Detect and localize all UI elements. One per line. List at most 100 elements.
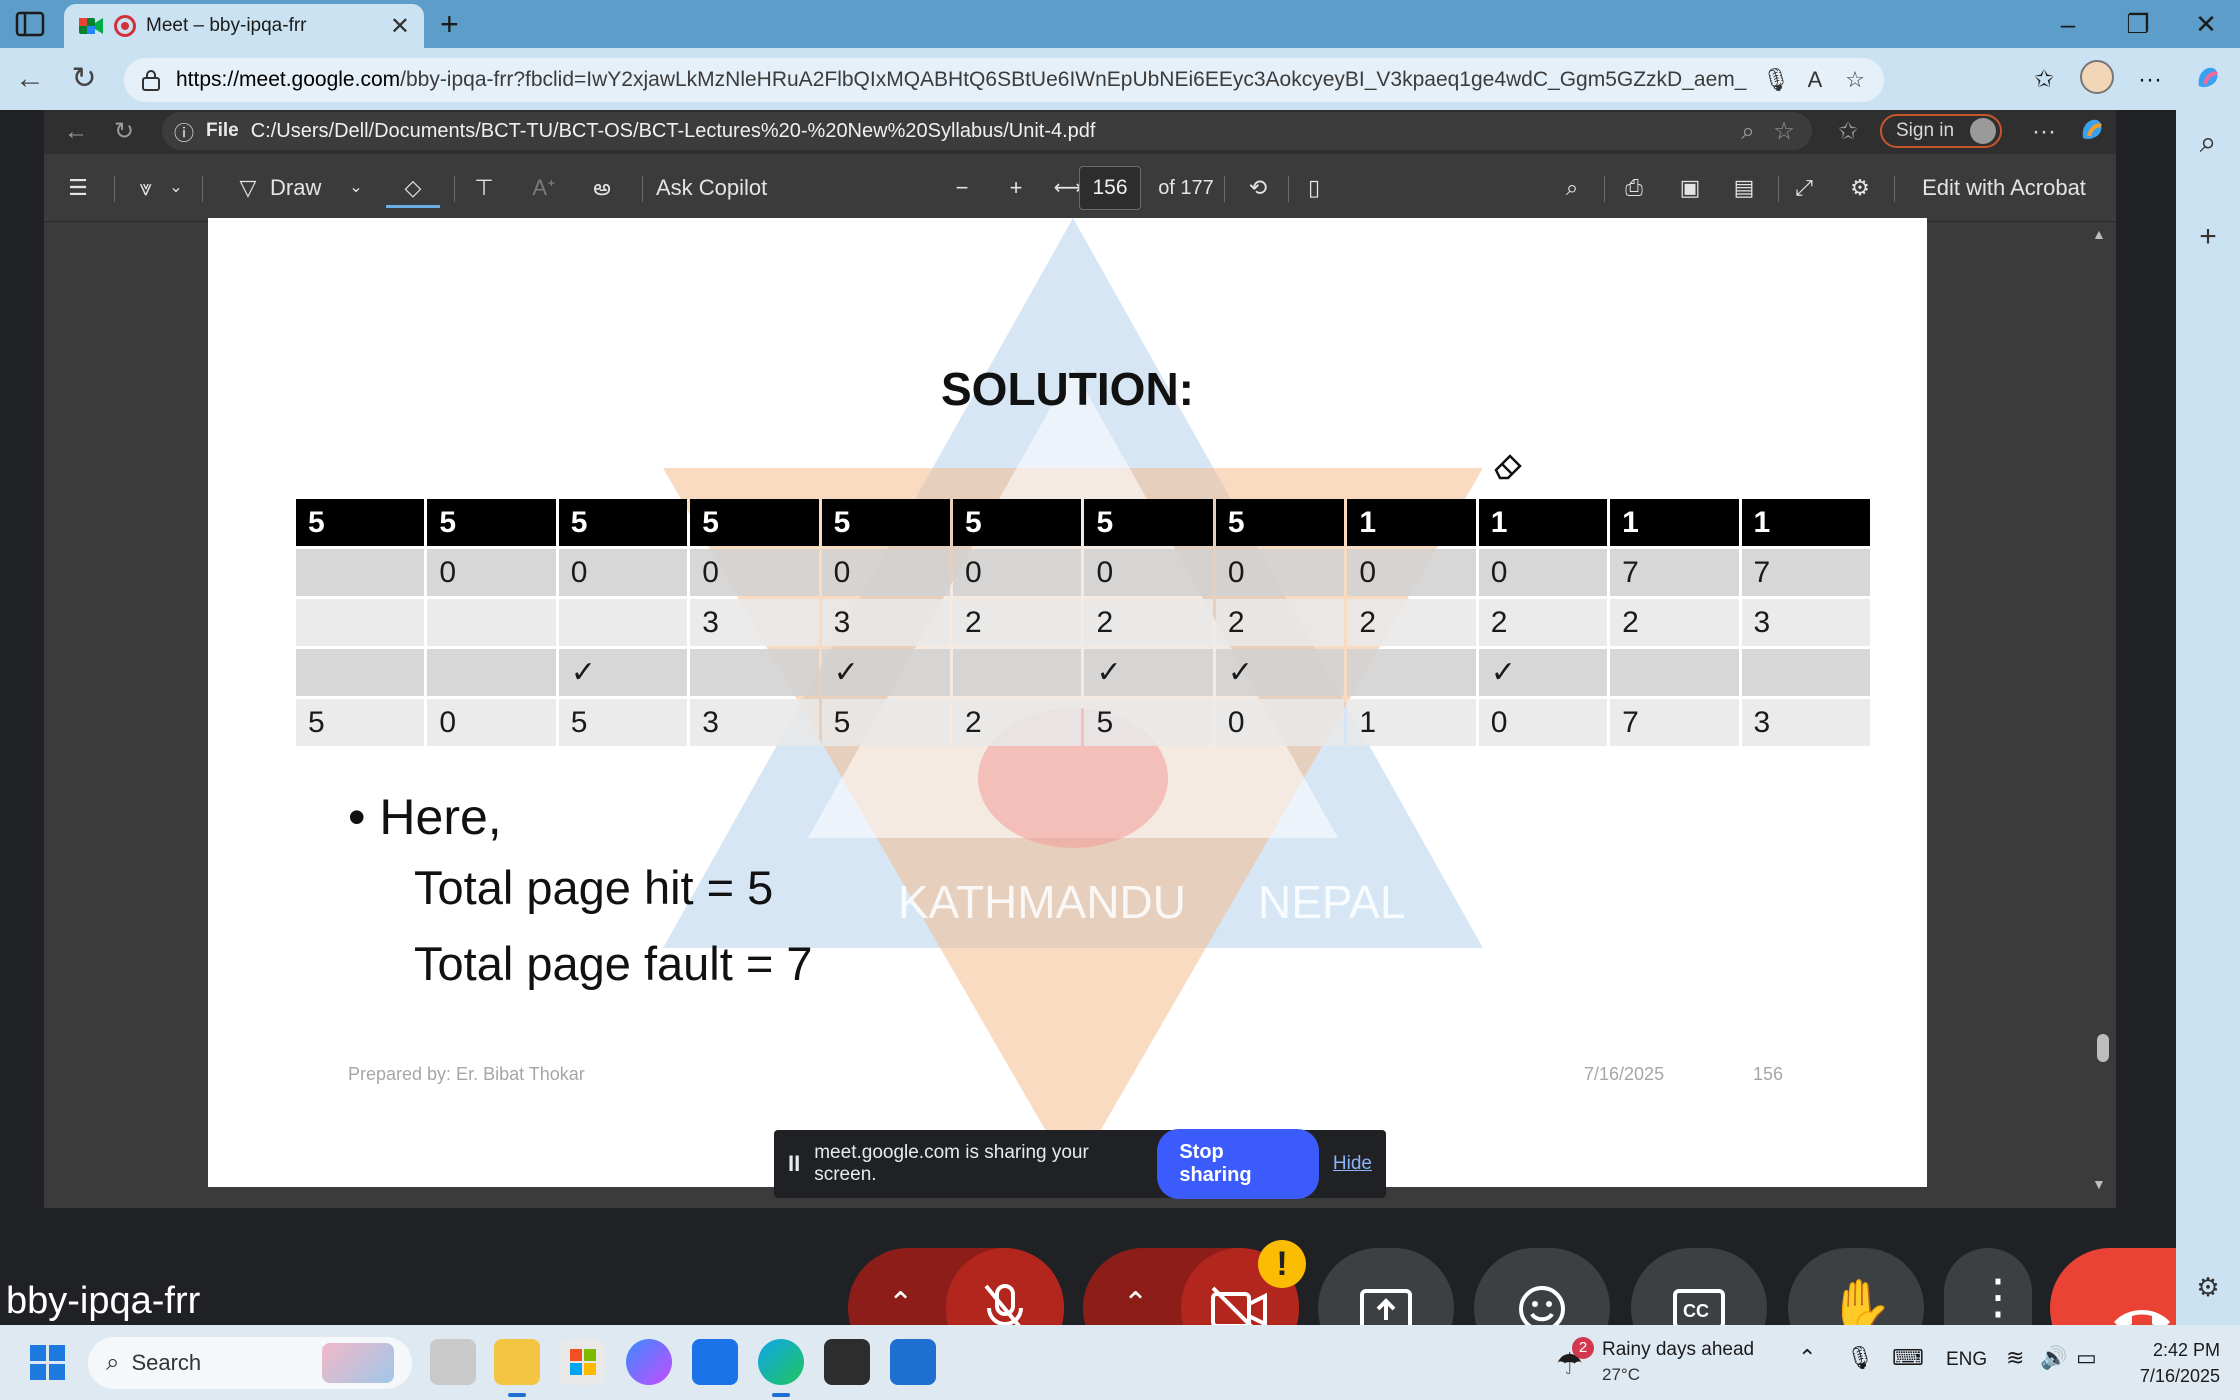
taskbar-clock[interactable]: 2:42 PM 7/16/2025 <box>2110 1337 2220 1389</box>
shared-back-icon: ← <box>64 118 88 145</box>
battery-icon[interactable]: ▭ <box>2076 1345 2097 1371</box>
camera-options-chevron-icon[interactable]: ⌃ <box>1123 1286 1148 1321</box>
table-cell <box>1741 649 1870 696</box>
taskbar-search[interactable]: ⌕ Search <box>88 1337 412 1389</box>
tab-actions-icon[interactable] <box>14 10 46 38</box>
keyboard-icon[interactable]: ⌨ <box>1892 1345 1924 1371</box>
weather-badge: 2 <box>1572 1337 1594 1359</box>
captions-button[interactable]: CC <box>1631 1248 1767 1325</box>
table-cell: ✓ <box>821 649 951 696</box>
new-tab-icon[interactable]: + <box>440 8 459 40</box>
closed-captions-icon: CC <box>1673 1289 1725 1325</box>
app-icon[interactable] <box>692 1339 738 1385</box>
table-cell: 2 <box>953 599 1082 646</box>
shared-address-bar: ← ↻ ⓘ File C:/Users/Dell/Documents/BCT-T… <box>44 110 2116 154</box>
slide-bullet: • Here, <box>348 789 502 845</box>
task-view-icon[interactable] <box>430 1339 476 1385</box>
more-options-button[interactable]: ⋮ <box>1944 1248 2032 1325</box>
shared-zoom-icon: ⌕ <box>1741 118 1755 145</box>
sidebar-add-icon[interactable]: + <box>2176 220 2240 254</box>
print-icon: ⎙ <box>1625 175 1643 200</box>
mic-toggle-button[interactable] <box>946 1248 1064 1325</box>
table-cell: 0 <box>1347 549 1476 596</box>
weather-title: Rainy days ahead <box>1602 1339 1755 1360</box>
shared-more-icon: ··· <box>2032 118 2056 145</box>
page-number-field: 156 <box>1079 166 1141 210</box>
present-button[interactable] <box>1318 1248 1454 1325</box>
table-row: 332222223 <box>296 599 1870 646</box>
table-row: ✓ ✓ ✓ ✓ ✓ <box>296 649 1870 696</box>
raise-hand-button[interactable]: ✋ <box>1788 1248 1924 1325</box>
fullscreen-icon: ⤢ <box>1795 175 1813 200</box>
table-cell: 3 <box>690 699 819 746</box>
sidebar-settings-icon[interactable]: ⚙ <box>2176 1272 2240 1303</box>
recording-icon <box>114 15 136 37</box>
table-cell: 5 <box>1215 499 1345 546</box>
search-icon: ⌕ <box>106 1349 120 1376</box>
microphone-icon[interactable]: 🎙 <box>1762 67 1790 93</box>
language-indicator[interactable]: ENG <box>1946 1349 1987 1371</box>
read-aloud-icon[interactable]: A <box>1802 67 1828 93</box>
clock-date: 7/16/2025 <box>2139 1366 2220 1386</box>
reactions-button[interactable] <box>1474 1248 1610 1325</box>
vscode-icon[interactable] <box>890 1339 936 1385</box>
warning-badge[interactable]: ! <box>1258 1240 1306 1288</box>
tray-mic-icon[interactable]: 🎙 <box>1846 1345 1874 1371</box>
page-total-label: of 177 <box>1158 177 1214 199</box>
table-cell: 1 <box>1610 499 1739 546</box>
file-explorer-icon[interactable] <box>494 1339 540 1397</box>
volume-icon[interactable]: 🔊 <box>2040 1345 2067 1371</box>
table-cell: 0 <box>1478 549 1608 596</box>
terminal-icon[interactable] <box>824 1339 870 1385</box>
table-cell: 5 <box>427 499 556 546</box>
leave-call-button[interactable] <box>2050 1248 2176 1325</box>
tray-overflow-icon[interactable]: ⌃ <box>1798 1345 1816 1371</box>
edge-browser-icon[interactable] <box>758 1339 804 1397</box>
close-window-icon[interactable]: ✕ <box>2186 6 2226 42</box>
minimize-icon[interactable]: – <box>2048 6 2088 42</box>
mic-options-chevron-icon[interactable]: ⌃ <box>888 1286 913 1321</box>
total-page-hit: Total page hit = 5 <box>414 861 774 914</box>
windows-start-icon[interactable] <box>30 1345 66 1381</box>
watermark-kathmandu-text: KATHMANDU <box>898 876 1186 928</box>
favorites-icon[interactable]: ✩ <box>2024 62 2064 98</box>
restore-icon[interactable]: ❐ <box>2118 6 2158 42</box>
table-cell: 5 <box>1084 699 1213 746</box>
profile-avatar[interactable] <box>2080 60 2114 94</box>
table-cell: ✓ <box>558 649 688 696</box>
highlight-icon: ⩔ <box>139 175 153 200</box>
table-cell <box>296 599 425 646</box>
google-meet-icon <box>79 18 103 34</box>
wifi-icon[interactable]: ≋ <box>2006 1345 2024 1371</box>
table-cell: 7 <box>1741 549 1870 596</box>
copilot-icon[interactable] <box>2188 62 2228 98</box>
back-icon[interactable]: ← <box>10 60 50 98</box>
site-info-icon[interactable] <box>140 68 162 92</box>
more-options-icon[interactable]: ··· <box>2130 62 2170 98</box>
hide-banner-link[interactable]: Hide <box>1333 1153 1372 1175</box>
refresh-icon[interactable]: ↻ <box>64 60 104 98</box>
table-cell: 5 <box>296 499 425 546</box>
url-field[interactable]: https://meet.google.com/bby-ipqa-frr?fbc… <box>124 58 1884 102</box>
contents-icon: ☰ <box>68 175 88 200</box>
save-as-icon: ▤ <box>1733 175 1755 200</box>
url-text: https://meet.google.com/bby-ipqa-frr?fbc… <box>176 68 1748 91</box>
messenger-icon[interactable] <box>626 1339 672 1385</box>
more-vert-icon: ⋮ <box>1974 1271 2022 1324</box>
table-cell: 2 <box>1478 599 1608 646</box>
tab-close-icon[interactable]: ✕ <box>390 12 410 41</box>
pdf-settings-icon: ⚙ <box>1850 175 1870 200</box>
table-cell: 5 <box>690 499 819 546</box>
shared-copilot-icon <box>2074 114 2110 150</box>
table-cell <box>427 649 556 696</box>
eraser-cursor-icon <box>1494 454 1522 480</box>
table-cell: 1 <box>1347 699 1476 746</box>
sidebar-search-icon[interactable]: ⌕ <box>2176 126 2240 160</box>
stop-sharing-button[interactable]: Stop sharing <box>1157 1129 1319 1199</box>
microsoft-store-icon[interactable] <box>560 1339 606 1385</box>
favorite-star-icon[interactable]: ☆ <box>1842 67 1868 93</box>
browser-tab-meet[interactable]: Meet – bby-ipqa-frr ✕ <box>64 4 424 48</box>
draw-dropdown-icon: ⌄ <box>349 179 363 196</box>
table-cell <box>296 649 425 696</box>
shared-file-label: File <box>206 120 239 141</box>
